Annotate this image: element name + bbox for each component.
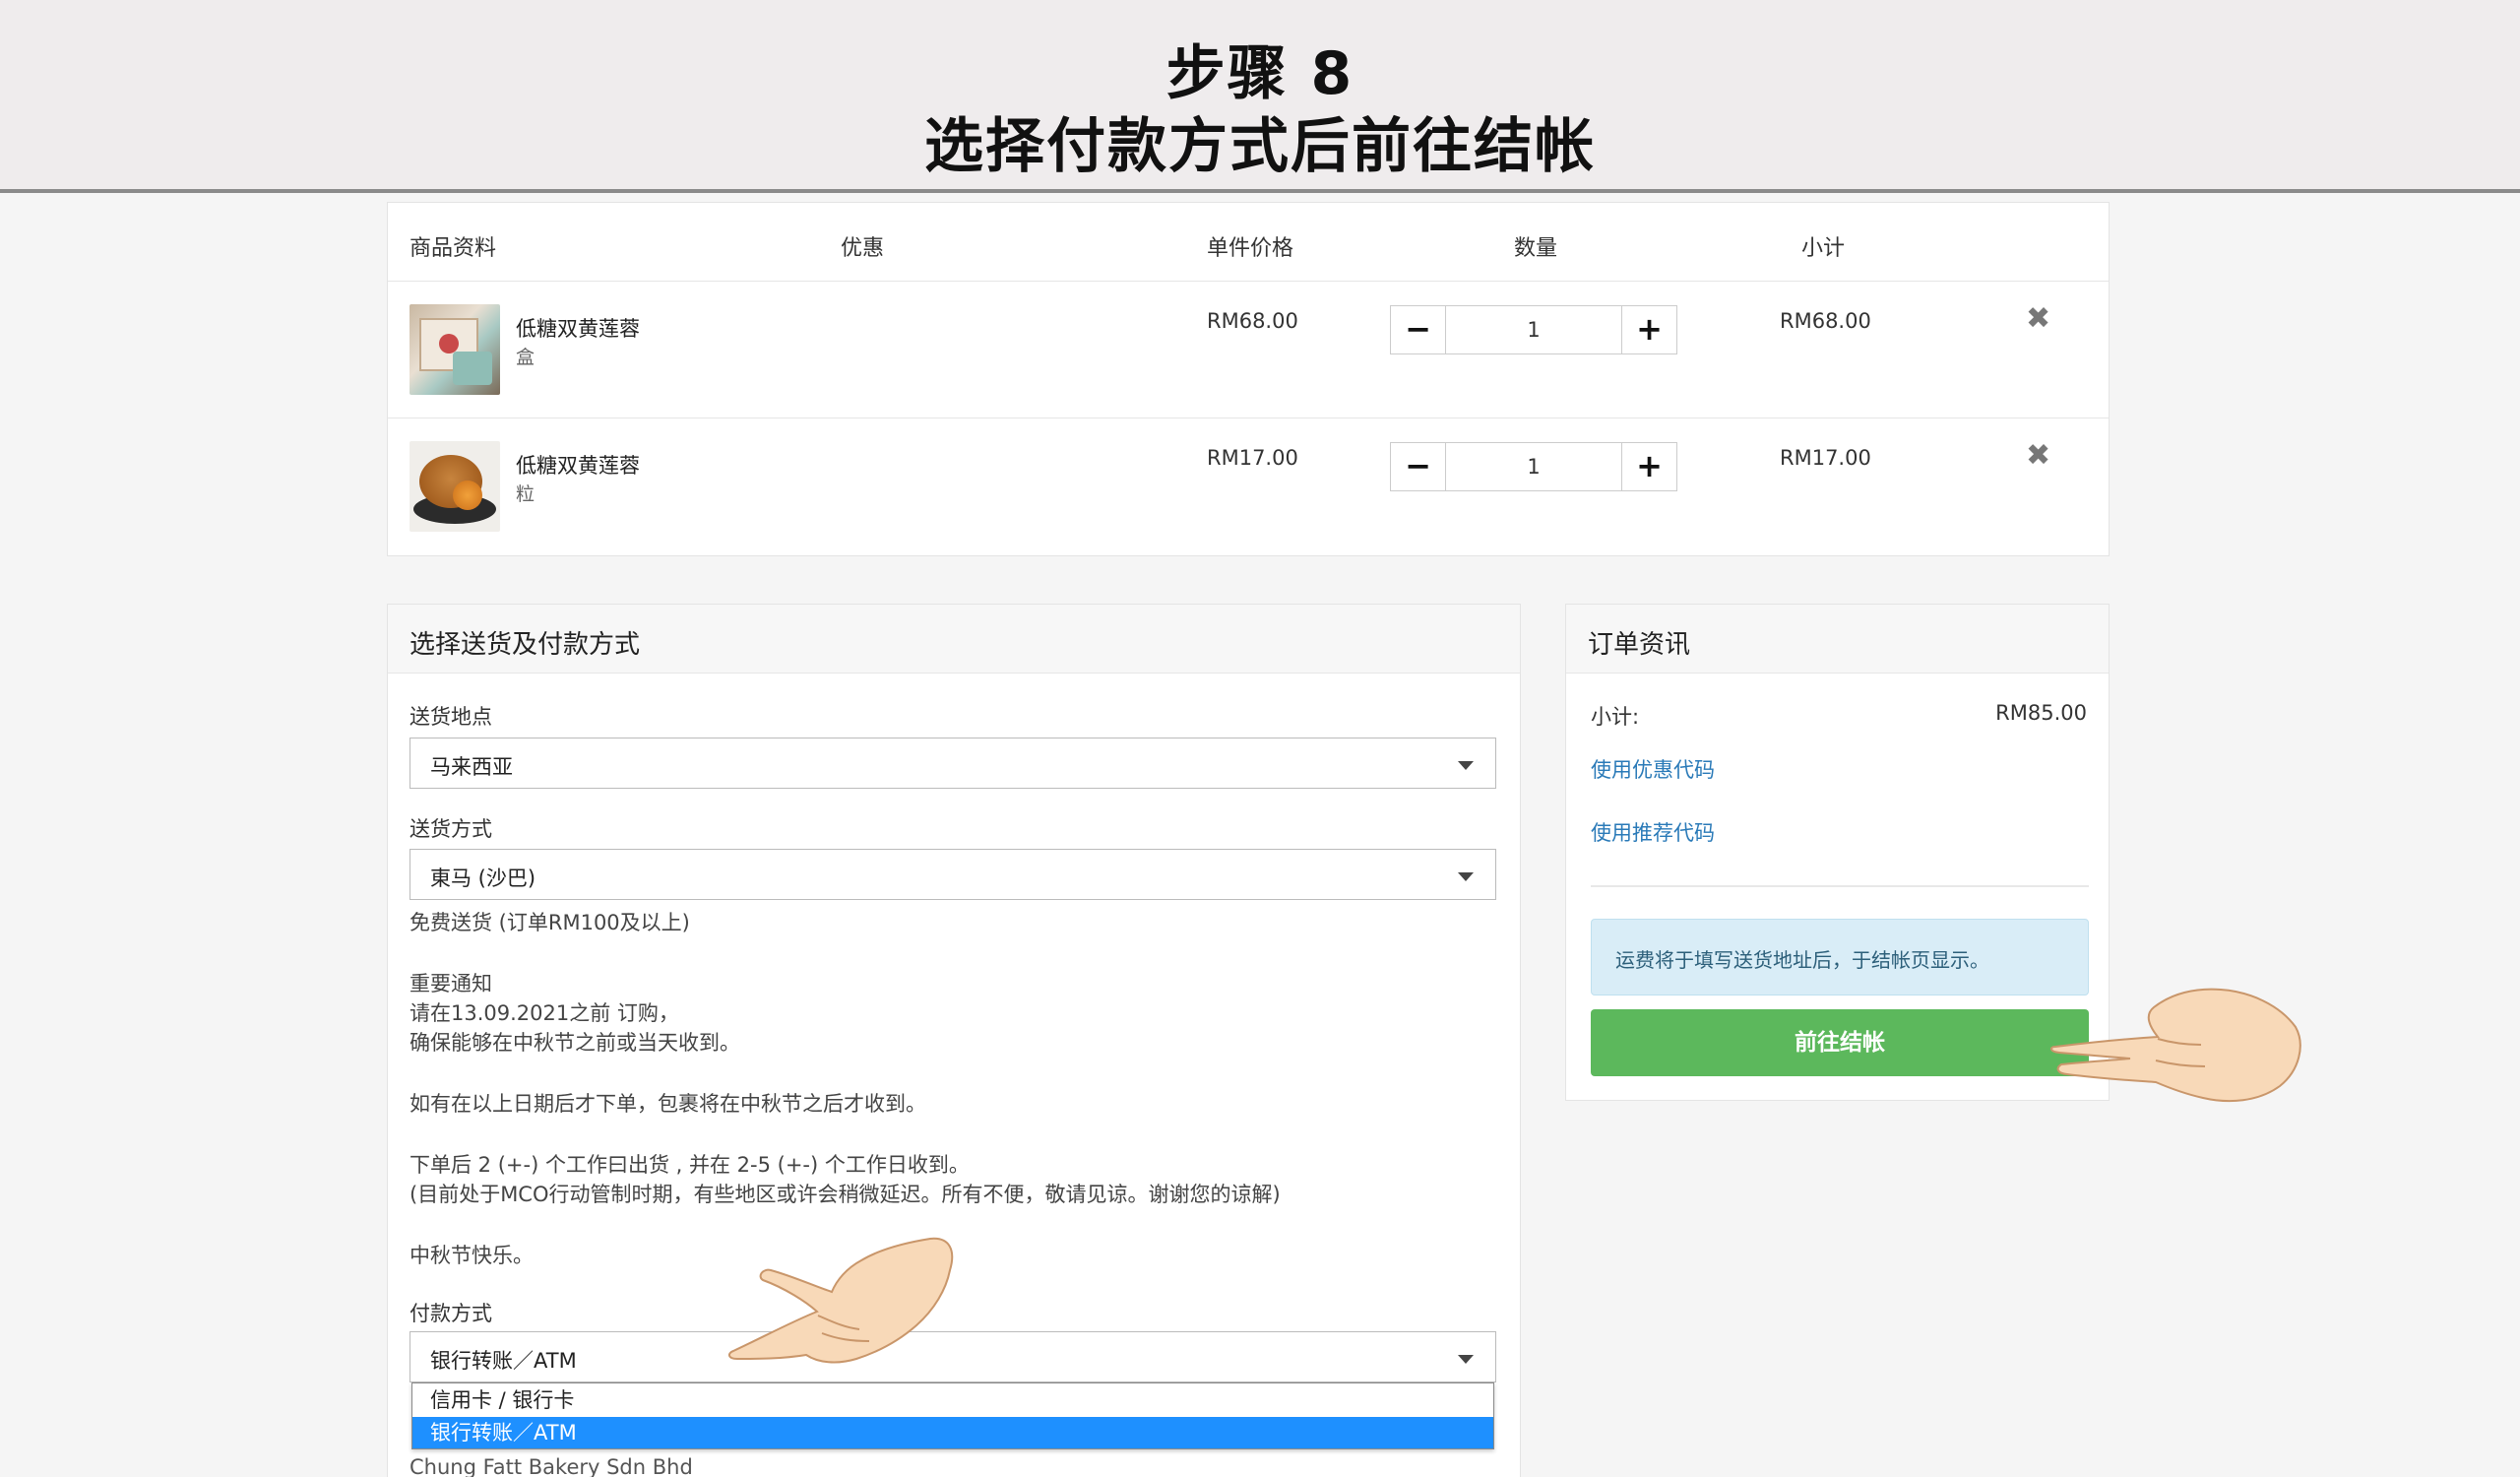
pointing-hand-icon <box>2049 988 2301 1103</box>
table-row: 低糖双黄莲蓉 粒 RM17.00 − 1 + RM17.00 ✖ <box>388 418 2109 555</box>
shipping-method-value: 東马 (沙巴) <box>430 867 536 890</box>
notice-title: 重要通知 <box>410 972 492 995</box>
subtotal-label: 小计: <box>1591 705 1640 729</box>
location-value: 马来西亚 <box>430 755 513 779</box>
header-discount: 优惠 <box>841 236 885 261</box>
header-product: 商品资料 <box>410 236 497 261</box>
cart-table: 商品资料 优惠 单件价格 数量 小计 低糖双黄莲蓉 盒 RM68.00 − 1 … <box>387 202 2110 556</box>
panel-header: 订单资讯 <box>1566 605 2109 674</box>
product-variant: 盒 <box>516 347 536 368</box>
decrease-quantity-button[interactable]: − <box>1391 306 1446 353</box>
line-subtotal: RM17.00 <box>1780 446 1871 470</box>
step-banner: 步骤 8 选择付款方式后前往结帐 <box>0 0 2520 193</box>
notice-line: 下单后 2 (+-) 个工作曰出货 , 并在 2-5 (+-) 个工作日收到。 <box>410 1153 970 1177</box>
header-quantity: 数量 <box>1514 236 1558 261</box>
divider <box>1591 885 2089 887</box>
order-info-panel: 订单资讯 小计: RM85.00 使用优惠代码 使用推荐代码 运费将于填写送货地… <box>1565 604 2110 1101</box>
shipping-method-label: 送货方式 <box>410 817 492 841</box>
increase-quantity-button[interactable]: + <box>1621 443 1676 490</box>
notice-line: 请在13.09.2021之前 订购， <box>410 1001 679 1025</box>
product-name[interactable]: 低糖双黄莲蓉 <box>516 450 640 480</box>
remove-item-icon[interactable]: ✖ <box>2026 301 2050 336</box>
chevron-down-icon <box>1458 872 1474 881</box>
payment-options-dropdown: 信用卡 / 银行卡 银行转账／ATM <box>411 1382 1494 1449</box>
pointing-hand-icon <box>727 1237 954 1364</box>
payment-option-card[interactable]: 信用卡 / 银行卡 <box>412 1384 1493 1416</box>
notice-text: 运费将于填写送货地址后，于结帐页显示。 <box>1615 948 1989 972</box>
line-subtotal: RM68.00 <box>1780 309 1871 333</box>
payment-method-label: 付款方式 <box>410 1302 492 1325</box>
subtotal-value: RM85.00 <box>1995 701 2087 725</box>
coupon-code-link[interactable]: 使用优惠代码 <box>1591 754 1715 784</box>
free-shipping-note: 免费送货 (订单RM100及以上) <box>410 911 690 934</box>
product-variant: 粒 <box>516 483 536 505</box>
decrease-quantity-button[interactable]: − <box>1391 443 1446 490</box>
payment-method-value: 银行转账／ATM <box>430 1349 577 1373</box>
product-image[interactable] <box>410 304 500 395</box>
chevron-down-icon <box>1458 761 1474 770</box>
panel-header: 选择送货及付款方式 <box>388 605 1520 674</box>
checkout-button[interactable]: 前往结帐 <box>1591 1009 2089 1076</box>
quantity-stepper: − 1 + <box>1390 305 1677 354</box>
cart-header: 商品资料 优惠 单件价格 数量 小计 <box>388 203 2109 282</box>
notice-line: 确保能够在中秋节之前或当天收到。 <box>410 1031 740 1055</box>
chevron-down-icon <box>1458 1355 1474 1364</box>
referral-code-link[interactable]: 使用推荐代码 <box>1591 817 1715 847</box>
table-row: 低糖双黄莲蓉 盒 RM68.00 − 1 + RM68.00 ✖ <box>388 282 2109 418</box>
location-label: 送货地点 <box>410 705 492 729</box>
product-image[interactable] <box>410 441 500 532</box>
location-select[interactable]: 马来西亚 <box>410 738 1496 789</box>
product-name[interactable]: 低糖双黄莲蓉 <box>516 313 640 343</box>
company-name: Chung Fatt Bakery Sdn Bhd <box>410 1455 693 1477</box>
panel-title: 选择送货及付款方式 <box>410 630 641 660</box>
panel-title: 订单资讯 <box>1588 630 1691 660</box>
shipping-fee-notice: 运费将于填写送货地址后，于结帐页显示。 <box>1591 919 2089 995</box>
header-unit-price: 单件价格 <box>1207 236 1294 261</box>
remove-item-icon[interactable]: ✖ <box>2026 438 2050 473</box>
greeting-text: 中秋节快乐。 <box>410 1244 534 1267</box>
header-subtotal: 小计 <box>1801 236 1846 261</box>
quantity-input[interactable]: 1 <box>1446 443 1621 490</box>
shipping-method-select[interactable]: 東马 (沙巴) <box>410 849 1496 900</box>
quantity-input[interactable]: 1 <box>1446 306 1621 353</box>
notice-line: 如有在以上日期后才下单，包裹将在中秋节之后才收到。 <box>410 1092 926 1116</box>
step-subtitle: 选择付款方式后前往结帐 <box>924 112 1596 181</box>
unit-price: RM68.00 <box>1207 309 1298 333</box>
notice-line: (目前处于MCO行动管制时期，有些地区或许会稍微延迟。所有不便，敬请见谅。谢谢您… <box>410 1183 1281 1206</box>
unit-price: RM17.00 <box>1207 446 1298 470</box>
increase-quantity-button[interactable]: + <box>1621 306 1676 353</box>
quantity-stepper: − 1 + <box>1390 442 1677 491</box>
payment-option-bank-transfer[interactable]: 银行转账／ATM <box>412 1417 1493 1448</box>
